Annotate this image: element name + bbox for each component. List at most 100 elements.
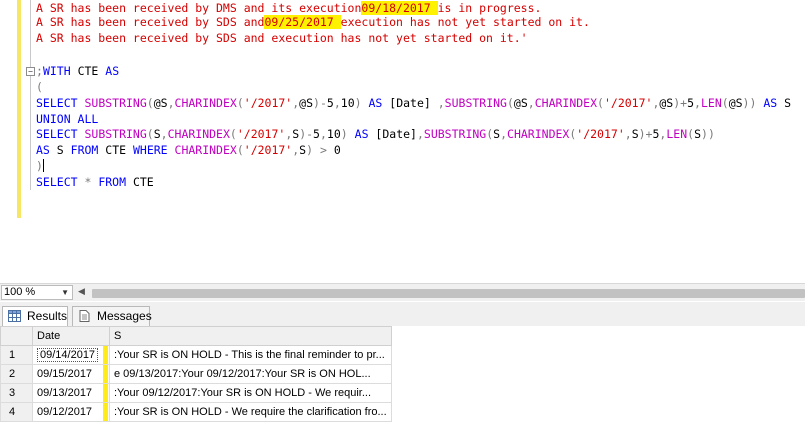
table-row[interactable]: 1 09/14/2017 :Your SR is ON HOLD - This … — [0, 345, 392, 365]
table-row[interactable]: 2 09/15/2017 e 09/13/2017:Your 09/12/201… — [0, 364, 392, 384]
code-token: , — [527, 96, 535, 110]
slash-highlight — [103, 346, 108, 364]
code-token: @S — [153, 96, 168, 110]
code-line: UNION ALL — [36, 111, 98, 127]
s-cell[interactable]: :Your SR is ON HOLD - We require the cla… — [109, 402, 392, 422]
code-token: 5 — [687, 96, 695, 110]
results-grid[interactable]: Date S 1 09/14/2017 :Your SR is ON HOLD … — [0, 326, 805, 423]
editor-status-bar: 100 % ▼ ◀ — [0, 283, 805, 301]
collapse-icon[interactable]: − — [26, 67, 35, 76]
code-token: execution has not yet started on it. — [340, 15, 590, 29]
document-icon — [79, 310, 90, 322]
date-value: 09/13/2017 — [37, 387, 93, 399]
code-token: , — [333, 96, 341, 110]
change-tracking-bar — [17, 0, 21, 218]
code-token: ( — [146, 96, 154, 110]
code-token: )+ — [673, 96, 688, 110]
s-cell[interactable]: e 09/13/2017:Your 09/12/2017:Your SR is … — [109, 364, 392, 384]
code-token: ( — [236, 96, 244, 110]
code-line: AS S FROM CTE WHERE CHARINDEX('/2017',S)… — [36, 142, 341, 158]
code-token: 0 — [333, 143, 341, 157]
code-token: S — [56, 143, 71, 157]
tab-messages[interactable]: Messages — [72, 306, 152, 326]
row-number[interactable]: 3 — [0, 383, 33, 403]
code-token: S — [631, 127, 639, 141]
chevron-down-icon: ▼ — [61, 288, 69, 297]
code-line: ;WITH CTE AS — [36, 63, 119, 79]
header-s[interactable]: S — [109, 326, 392, 346]
code-token: , — [500, 127, 508, 141]
header-rownum[interactable] — [0, 326, 33, 346]
code-token: 5 — [326, 96, 334, 110]
code-token: FROM — [70, 143, 106, 157]
text-caret — [42, 159, 44, 172]
query-editor[interactable]: − A SR has been received by DMS and its … — [0, 0, 805, 283]
code-token: UNION ALL — [36, 112, 99, 126]
date-value: 09/15/2017 — [37, 368, 93, 380]
header-date[interactable]: Date — [32, 326, 110, 346]
code-token: CHARINDEX — [167, 127, 230, 141]
code-line: A SR has been received by SDS and execut… — [36, 30, 528, 46]
code-token: '/2017' — [243, 143, 293, 157]
code-token: * — [84, 175, 99, 189]
code-token: CHARINDEX — [174, 96, 237, 110]
results-tabs: Results Messages — [0, 302, 805, 326]
code-token: is in progress. — [437, 1, 542, 15]
date-value: 09/14/2017 — [37, 348, 99, 362]
code-token: )) — [742, 96, 764, 110]
code-token: CHARINDEX — [174, 143, 237, 157]
row-number[interactable]: 1 — [0, 345, 33, 365]
code-token: '/2017' — [603, 96, 653, 110]
code-token: '/2017' — [243, 96, 293, 110]
code-token: AS — [354, 127, 376, 141]
s-cell[interactable]: :Your SR is ON HOLD - This is the final … — [109, 345, 392, 365]
code-token: AS — [763, 96, 785, 110]
code-token: CTE — [132, 175, 154, 189]
code-token: CHARINDEX — [507, 127, 570, 141]
code-token: , — [160, 127, 168, 141]
code-token: 5 — [313, 127, 320, 141]
code-token: SUBSTRING — [84, 96, 147, 110]
code-token: 10 — [326, 127, 341, 141]
code-token: WHERE — [132, 143, 175, 157]
date-cell[interactable]: 09/13/2017 — [32, 383, 110, 403]
code-token: @S — [299, 96, 314, 110]
code-token: ) — [340, 127, 355, 141]
row-number[interactable]: 4 — [0, 402, 33, 422]
code-token: ( — [229, 127, 237, 141]
horizontal-scrollbar[interactable]: ◀ — [78, 287, 805, 299]
date-cell[interactable]: 09/14/2017 — [32, 345, 110, 365]
slash-highlight — [103, 384, 108, 402]
code-line: ) — [36, 158, 44, 174]
code-token: )- — [313, 96, 327, 110]
code-token: CHARINDEX — [534, 96, 598, 110]
code-token: CTE — [105, 143, 133, 157]
code-token: A SR has been received by SDS and — [36, 15, 265, 29]
arrow-left-icon[interactable]: ◀ — [78, 287, 85, 297]
code-token: ) > — [306, 143, 334, 157]
code-token: SUBSTRING — [423, 127, 487, 141]
tab-results[interactable]: Results — [2, 306, 68, 326]
s-cell[interactable]: :Your 09/12/2017:Your SR is ON HOLD - We… — [109, 383, 392, 403]
code-token: 09/18/2017 — [361, 1, 438, 15]
code-token: )) — [701, 127, 715, 141]
grid-icon — [8, 310, 21, 322]
table-row[interactable]: 4 09/12/2017 :Your SR is ON HOLD - We re… — [0, 402, 392, 422]
code-token: 10 — [340, 96, 355, 110]
table-row[interactable]: 3 09/13/2017 :Your 09/12/2017:Your SR is… — [0, 383, 392, 403]
code-token: ( — [236, 143, 244, 157]
code-token: )+ — [638, 127, 653, 141]
code-token: WITH — [42, 64, 71, 78]
code-token: SUBSTRING — [444, 96, 507, 110]
code-token: AS — [36, 143, 57, 157]
date-cell[interactable]: 09/15/2017 — [32, 364, 110, 384]
date-cell[interactable]: 09/12/2017 — [32, 402, 110, 422]
code-token: A SR has been received by SDS and execut… — [36, 31, 528, 45]
code-token: ( — [36, 80, 43, 94]
scrollbar-thumb[interactable] — [92, 289, 805, 298]
code-token: 09/25/2017 — [264, 15, 341, 29]
row-number[interactable]: 2 — [0, 364, 33, 384]
code-token: @S — [513, 96, 528, 110]
code-token: ) — [354, 96, 369, 110]
zoom-dropdown[interactable]: 100 % ▼ — [1, 285, 73, 300]
